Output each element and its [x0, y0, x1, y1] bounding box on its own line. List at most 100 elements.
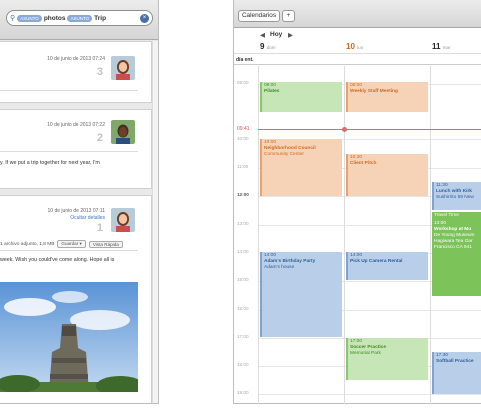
avatar — [111, 120, 135, 144]
mail-window: ⚲ ASUNTO photos ASUNTO Trip × 10 de juni… — [0, 0, 159, 404]
search-icon: ⚲ — [10, 15, 16, 22]
calendar-toolbar: Calendarios + — [234, 0, 481, 28]
current-time-label: 09:41 — [237, 126, 250, 132]
hide-details-link[interactable]: Ocultar detalles — [70, 215, 105, 221]
day-number: 9 — [260, 42, 265, 51]
all-day-label: día ent. — [236, 57, 254, 63]
day-header-tuesday[interactable]: 11 mar — [432, 42, 451, 53]
event-title: Pick Up Camera Rental — [350, 259, 403, 264]
day-header-sunday[interactable]: 9 dom — [260, 42, 276, 53]
message-date: 10 de junio de 2013 07:22 — [47, 122, 105, 128]
event-location: Sushirrito 59 New — [436, 195, 474, 200]
previous-icon[interactable]: ◀ — [260, 31, 265, 39]
avatar — [111, 56, 135, 80]
calendars-button[interactable]: Calendarios — [238, 10, 280, 22]
event-location: Adam's house — [264, 265, 295, 270]
event-location-line: Francisco CA 941 — [434, 245, 472, 250]
message-date: 10 de junio de 2013 07:11 — [47, 208, 105, 214]
mail-toolbar: ⚲ ASUNTO photos ASUNTO Trip × — [0, 0, 158, 40]
hour-label: 12:00 — [237, 192, 249, 197]
event-pick-up-camera-rental[interactable]: 14:00 Pick Up Camera Rental — [346, 252, 428, 280]
event-time: 17:00 — [350, 339, 363, 344]
event-softball-practice[interactable]: 17:30 Softball Practice — [432, 352, 481, 394]
divider — [0, 250, 138, 251]
day-divider — [344, 66, 345, 404]
event-adams-birthday-party[interactable]: 14:00 Adam's Birthday Party Adam's house — [260, 252, 342, 337]
message-1[interactable]: 10 de junio de 2013 07:11 Ocultar detall… — [0, 195, 152, 403]
current-time-line — [258, 129, 481, 130]
day-divider — [430, 66, 431, 404]
save-button[interactable]: Guardar ▾ — [57, 240, 86, 248]
hour-line — [258, 394, 481, 395]
message-body: y. If we put a trip together for next ye… — [0, 160, 100, 166]
avatar — [111, 208, 135, 232]
hour-label: 10:00 — [237, 136, 249, 141]
day-number: 11 — [432, 42, 441, 51]
message-3[interactable]: 10 de junio de 2013 07:24 3 — [0, 41, 152, 103]
hour-label: 09:00 — [237, 80, 249, 85]
day-number: 10 — [346, 42, 355, 51]
add-event-button[interactable]: + — [282, 10, 295, 22]
event-workshop[interactable]: Travel Time 13:00 Workshop at Mu De Youn… — [432, 212, 481, 296]
search-term-trip[interactable]: Trip — [94, 15, 106, 22]
event-neighborhood-council[interactable]: 10:00 Neighborhood Council Community Cen… — [260, 139, 342, 196]
time-grid[interactable]: 09:00 10:00 11:00 12:00 13:00 14:00 15:0… — [234, 66, 481, 404]
message-number: 3 — [96, 66, 103, 78]
divider — [0, 90, 138, 91]
hour-label: 11:00 — [237, 164, 249, 169]
event-location: Memorial Park — [350, 351, 381, 356]
event-time: 08:00 — [264, 83, 277, 88]
hour-label: 17:00 — [237, 334, 249, 339]
all-day-row[interactable]: día ent. — [234, 53, 481, 65]
event-lunch-with-kirk[interactable]: 11:30 Lunch with Kirk Sushirrito 59 New — [432, 182, 481, 210]
event-time: 14:00 — [350, 253, 363, 258]
travel-time-label: Travel Time — [434, 213, 459, 218]
event-time: 17:30 — [436, 353, 449, 358]
search-field[interactable]: ⚲ ASUNTO photos ASUNTO Trip × — [6, 10, 153, 26]
hour-label: 15:00 — [237, 277, 249, 282]
message-list: 10 de junio de 2013 07:24 3 10 de junio … — [0, 41, 152, 403]
event-time: 10:00 — [264, 140, 277, 145]
event-title: Pilates — [264, 89, 280, 94]
event-pilates[interactable]: 08:00 Pilates — [260, 82, 342, 112]
hour-label: 16:00 — [237, 306, 249, 311]
event-time: 10:30 — [350, 155, 363, 160]
event-time: 11:30 — [436, 183, 448, 188]
event-time: 08:00 — [350, 83, 363, 88]
message-scrollbar[interactable] — [152, 41, 158, 403]
event-time: 14:00 — [264, 253, 277, 258]
hour-label: 13:00 — [237, 221, 249, 226]
day-header-monday[interactable]: 10 lun — [346, 42, 363, 53]
event-location: Community Center — [264, 152, 304, 157]
message-date: 10 de junio de 2013 07:24 — [47, 56, 105, 62]
event-title: Client Pitch — [350, 161, 377, 166]
search-term-photos[interactable]: photos — [44, 15, 66, 22]
day-name: dom — [266, 45, 276, 50]
attachment-bar: 1 archivo adjunto, 1,8 MB Guardar ▾ Vist… — [0, 240, 123, 248]
current-time-dot — [342, 127, 347, 132]
message-number: 2 — [96, 132, 103, 144]
clear-search-icon[interactable]: × — [140, 13, 149, 23]
day-name: mar — [442, 45, 451, 50]
day-name: lun — [357, 45, 364, 50]
hour-label: 14:00 — [237, 249, 249, 254]
next-icon[interactable]: ▶ — [288, 31, 293, 39]
message-body: week. Wish you could've come along. Hope… — [0, 257, 115, 263]
day-divider — [258, 66, 259, 404]
event-title: Weekly Staff Meeting — [350, 89, 398, 94]
divider — [0, 151, 138, 152]
search-token-subject[interactable]: ASUNTO — [17, 14, 42, 22]
attachment-info: 1 archivo adjunto, 1,8 MB — [0, 241, 55, 247]
search-token-subject-2[interactable]: ASUNTO — [67, 14, 93, 22]
quick-look-button[interactable]: Vista Rápida — [88, 240, 123, 248]
date-navigation: ◀ Hoy ▶ — [234, 29, 481, 41]
event-title: Softball Practice — [436, 359, 474, 364]
event-soccer-practice[interactable]: 17:00 Soccer Practice Memorial Park — [346, 338, 428, 380]
today-button[interactable]: Hoy — [270, 31, 282, 38]
message-2[interactable]: 10 de junio de 2013 07:22 2 y. If we put… — [0, 109, 152, 189]
event-weekly-staff-meeting[interactable]: 08:00 Weekly Staff Meeting — [346, 82, 428, 112]
event-client-pitch[interactable]: 10:30 Client Pitch — [346, 154, 428, 196]
hour-label: 18:00 — [237, 362, 249, 367]
attached-photo[interactable] — [0, 282, 138, 392]
calendar-window: Calendarios + ◀ Hoy ▶ 9 dom 10 lun 11 ma… — [233, 0, 481, 404]
